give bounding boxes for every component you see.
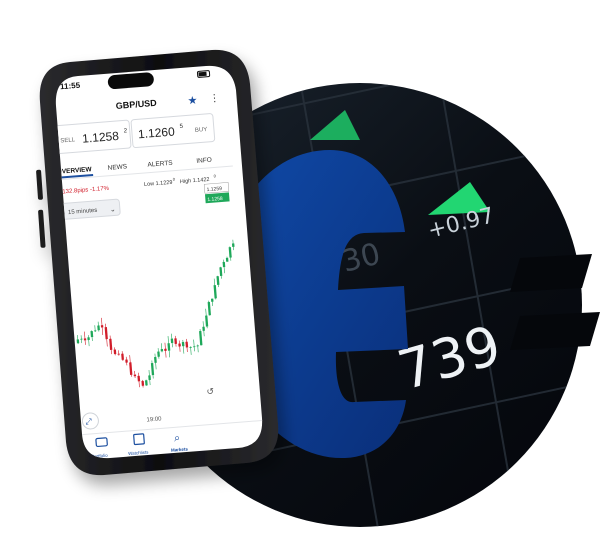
candle-body — [202, 326, 205, 331]
candle-body — [157, 351, 160, 357]
candle-body — [148, 375, 151, 381]
candle-body — [154, 356, 157, 363]
search-icon: ⌕ — [173, 431, 180, 444]
star-icon[interactable]: ★ — [187, 94, 198, 108]
candle-body — [100, 325, 104, 328]
buy-button[interactable]: 1.1260 5 BUY — [130, 113, 216, 149]
candle-body — [76, 339, 80, 344]
status-time: 11:55 — [60, 81, 81, 92]
tab-info[interactable]: INFO — [196, 157, 212, 165]
sell-price: 1.1258 — [82, 129, 120, 146]
candle-body — [174, 338, 178, 344]
candle-body — [164, 348, 167, 351]
svg-text:1.1258: 1.1258 — [207, 196, 223, 203]
logo-dash-top — [510, 254, 592, 292]
time-label: 19:00 — [146, 416, 162, 423]
sell-button[interactable]: SELL 1.1258 2 — [53, 119, 132, 155]
candle-body — [170, 338, 174, 344]
candle-body — [181, 341, 185, 347]
reset-icon[interactable]: ↺ — [206, 387, 214, 398]
candle-body — [113, 349, 117, 355]
candle-body — [97, 325, 100, 331]
svg-text:⤢: ⤢ — [84, 417, 92, 427]
candle-body — [145, 380, 148, 386]
candle-body — [210, 298, 214, 302]
buy-price: 1.1260 — [138, 124, 176, 141]
candle-body — [141, 380, 145, 386]
candle-body — [125, 359, 128, 363]
candle-body — [133, 374, 137, 377]
candle-body — [222, 261, 226, 268]
candle-body — [121, 353, 124, 360]
candle-body — [225, 257, 229, 262]
svg-text:BUY: BUY — [195, 127, 208, 134]
candle-body — [87, 337, 90, 341]
candle-body — [83, 338, 87, 341]
more-icon[interactable]: ⋮ — [209, 93, 220, 105]
svg-text:1.1259: 1.1259 — [206, 186, 222, 193]
candle-body — [185, 341, 189, 348]
logo-dash-bottom — [510, 312, 600, 350]
candle-body — [178, 343, 181, 347]
candle-body — [90, 330, 94, 338]
candle-body — [137, 375, 141, 382]
chevron-down-icon: ⌄ — [110, 205, 116, 213]
candle-body — [160, 348, 164, 352]
candle-body — [231, 243, 235, 247]
svg-text:SELL: SELL — [60, 137, 76, 144]
